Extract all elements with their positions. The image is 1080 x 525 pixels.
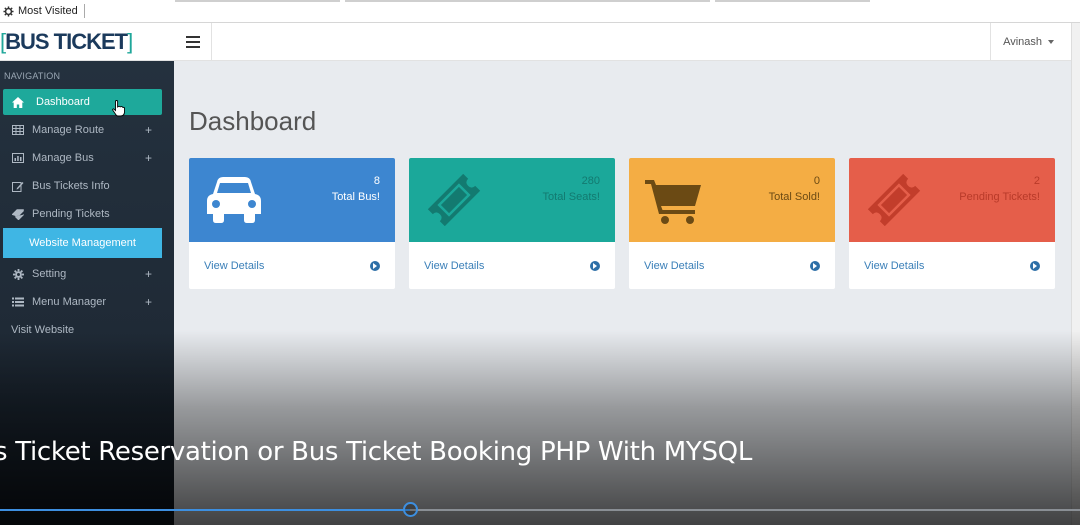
expand-plus-icon: +	[144, 123, 152, 137]
user-name: Avinash	[1003, 36, 1042, 48]
table-icon	[11, 124, 25, 136]
expand-plus-icon: +	[144, 267, 152, 281]
tag-icon	[11, 208, 25, 220]
sidebar-item-visit-website[interactable]: Visit Website	[0, 316, 174, 344]
bookmark-separator	[83, 4, 85, 18]
bookmark-most-visited[interactable]: Most Visited	[0, 5, 78, 17]
gear-icon	[3, 5, 14, 17]
car-icon	[207, 177, 261, 223]
card-header: 8 Total Bus!	[189, 158, 395, 242]
shopping-cart-icon	[645, 180, 701, 224]
bookmarks-bar: Most Visited	[0, 0, 1080, 23]
home-icon	[11, 96, 25, 108]
view-details-label: View Details	[424, 259, 485, 272]
page-title: Dashboard	[189, 106, 317, 136]
card-label: Total Sold!	[768, 191, 820, 203]
sidebar-item-bus-tickets-info[interactable]: Bus Tickets Info	[0, 172, 174, 200]
nav-heading: NAVIGATION	[4, 71, 61, 81]
brand-logo[interactable]: [BUS TICKET]	[0, 23, 174, 61]
expand-plus-icon: +	[144, 151, 152, 165]
card-count: 2	[1033, 175, 1040, 187]
view-details-link[interactable]: View Details	[189, 242, 395, 289]
brand-text: BUS TICKET	[5, 29, 128, 54]
browser-tab-edge	[715, 0, 870, 2]
card-header: 280 Total Seats!	[409, 158, 615, 242]
bar-chart-icon	[11, 152, 25, 164]
gear-icon	[11, 268, 25, 280]
browser-tab-edge	[175, 0, 340, 2]
view-details-link[interactable]: View Details	[849, 242, 1055, 289]
sidebar-item-label: Menu Manager	[32, 296, 106, 308]
sidebar-item-setting[interactable]: Setting +	[0, 260, 174, 288]
caret-down-icon	[1048, 40, 1054, 44]
user-menu-dropdown[interactable]: Avinash	[990, 23, 1070, 61]
expand-plus-icon: +	[144, 295, 152, 309]
view-details-label: View Details	[644, 259, 705, 272]
sidebar-item-label: Manage Route	[32, 124, 105, 136]
arrow-circle-right-icon	[1030, 260, 1040, 271]
card-header: 2 Pending Tickets!	[849, 158, 1055, 242]
view-details-label: View Details	[204, 259, 265, 272]
top-header: [BUS TICKET] Avinash	[0, 23, 1080, 61]
bookmark-label: Most Visited	[18, 5, 78, 17]
sidebar-item-label: Dashboard	[36, 96, 90, 108]
sidebar-item-menu-manager[interactable]: Menu Manager +	[0, 288, 174, 316]
card-label: Total Bus!	[331, 191, 380, 203]
list-icon	[11, 296, 25, 308]
edit-icon	[11, 180, 25, 192]
hand-cursor-icon	[112, 100, 125, 117]
arrow-circle-right-icon	[810, 260, 820, 271]
view-details-link[interactable]: View Details	[629, 242, 835, 289]
menu-toggle-button[interactable]	[174, 23, 212, 61]
arrow-circle-right-icon	[590, 260, 600, 271]
card-header: 0 Total Sold!	[629, 158, 835, 242]
page-scrollbar[interactable]	[1071, 23, 1080, 525]
sidebar-item-label: Website Management	[29, 237, 136, 249]
view-details-link[interactable]: View Details	[409, 242, 615, 289]
sidebar-item-label: Bus Tickets Info	[32, 180, 110, 192]
video-progress-fill	[0, 509, 411, 511]
sidebar-item-website-management[interactable]: Website Management	[3, 228, 162, 258]
ticket-icon	[867, 174, 921, 226]
video-caption: s Ticket Reservation or Bus Ticket Booki…	[0, 437, 753, 467]
stat-card-total-sold: 0 Total Sold! View Details	[629, 158, 835, 289]
card-label: Total Seats!	[542, 191, 600, 203]
sidebar-item-label: Manage Bus	[32, 152, 94, 164]
stat-card-total-seats: 280 Total Seats! View Details	[409, 158, 615, 289]
stat-card-pending-tickets: 2 Pending Tickets! View Details	[849, 158, 1055, 289]
view-details-label: View Details	[864, 259, 925, 272]
stat-card-total-bus: 8 Total Bus! View Details	[189, 158, 395, 289]
card-label: Pending Tickets!	[959, 191, 1040, 203]
arrow-circle-right-icon	[370, 260, 380, 271]
ticket-icon	[427, 174, 481, 226]
card-count: 0	[813, 175, 820, 187]
sidebar-item-manage-bus[interactable]: Manage Bus +	[0, 144, 174, 172]
sidebar-item-label: Visit Website	[11, 324, 75, 336]
card-count: 8	[373, 175, 380, 187]
card-count: 280	[581, 175, 600, 187]
sidebar-item-dashboard[interactable]: Dashboard	[3, 89, 162, 115]
sidebar-item-label: Setting	[32, 268, 67, 280]
hamburger-icon	[185, 36, 200, 48]
brand-bracket-close: ]	[127, 29, 133, 54]
sidebar-item-manage-route[interactable]: Manage Route +	[0, 116, 174, 144]
sidebar-item-pending-tickets[interactable]: Pending Tickets	[0, 200, 174, 228]
browser-tab-edge	[345, 0, 710, 2]
sidebar-item-label: Pending Tickets	[32, 208, 110, 220]
